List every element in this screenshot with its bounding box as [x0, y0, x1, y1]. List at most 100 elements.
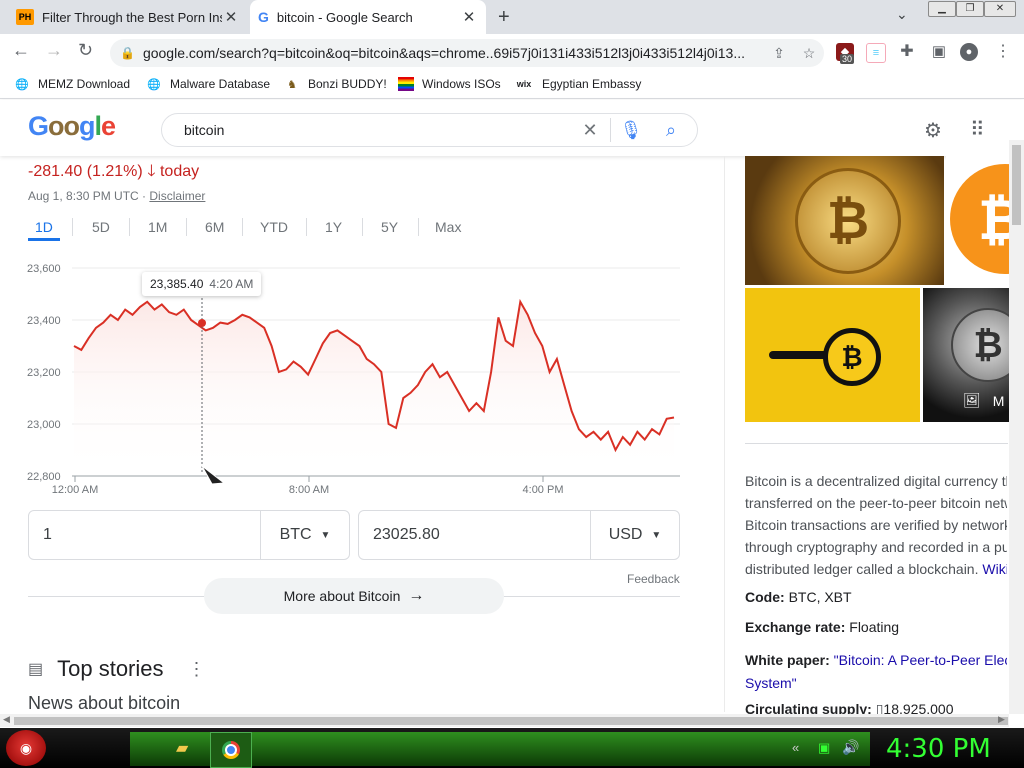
range-tab-max[interactable]: Max — [435, 219, 461, 235]
converter-to: 23025.80 USD ▼ — [358, 510, 680, 560]
vertical-scroll-thumb[interactable] — [1012, 145, 1021, 225]
bookmark-windows-isos[interactable]: Windows ISOs — [398, 74, 501, 94]
more-about-bitcoin-button[interactable]: More about Bitcoin → — [204, 578, 504, 614]
bookmark-memz[interactable]: 🌐 MEMZ Download — [14, 74, 130, 94]
timestamp-text: Aug 1, 8:30 PM UTC · — [28, 189, 150, 203]
close-window-button[interactable]: ✕ — [984, 1, 1016, 17]
url-text[interactable]: google.com/search?q=bitcoin&oq=bitcoin&a… — [143, 45, 764, 61]
fact-code: Code: BTC, XBT — [745, 589, 852, 605]
trans-flag-extension-icon[interactable]: ≡ — [866, 43, 886, 63]
globe-icon: 🌐 — [147, 78, 161, 91]
x-tick-label: 12:00 AM — [52, 484, 98, 496]
from-amount-input[interactable]: 1 — [29, 526, 260, 544]
reload-icon[interactable]: ↻ — [78, 40, 93, 61]
tray-chevron-icon[interactable]: « — [792, 740, 799, 755]
fact-exchange-rate: Exchange rate: Floating — [745, 619, 900, 635]
y-tick-label: 22,800 — [27, 471, 61, 483]
side-panel-icon[interactable]: ▣ — [930, 43, 948, 61]
to-amount-input[interactable]: 23025.80 — [359, 526, 590, 544]
price-chart[interactable]: 23,600 23,400 23,200 23,000 22,80012:00 AM 8:… — [22, 258, 686, 498]
share-icon[interactable]: ⇪ — [764, 45, 794, 62]
y-tick-label: 23,200 — [27, 367, 61, 379]
bonzi-icon: ♞ — [287, 78, 297, 91]
magnifier-icon: ₿ — [823, 328, 881, 386]
to-currency-select[interactable]: USD ▼ — [590, 511, 679, 559]
bitcoin-logo-icon: ₿ — [951, 308, 1009, 382]
from-currency-select[interactable]: BTC ▼ — [260, 511, 349, 559]
scroll-left-arrow-icon[interactable]: ◀ — [3, 714, 10, 725]
knowledge-description: Bitcoin is a decentralized digital curre… — [745, 473, 1007, 577]
close-tab-icon[interactable]: ✕ — [460, 8, 478, 26]
x-tick-label: 4:00 PM — [523, 484, 564, 496]
disclaimer-link[interactable]: Disclaimer — [149, 189, 205, 203]
bitcoin-logo-icon: ₿ — [795, 168, 901, 274]
range-tab-6m[interactable]: 6M — [205, 219, 224, 235]
bookmark-bonzi[interactable]: ♞ Bonzi BUDDY! — [284, 74, 387, 94]
tray-network-icon[interactable]: ▣ — [818, 740, 830, 756]
bookmark-label: Egyptian Embassy — [542, 77, 642, 91]
horizontal-scroll-thumb[interactable] — [14, 717, 1008, 725]
back-icon[interactable]: ← — [12, 40, 30, 61]
file-explorer-icon[interactable]: ▰ — [176, 738, 188, 758]
settings-gear-icon[interactable]: ⚙ — [924, 118, 942, 143]
profile-avatar-icon[interactable]: ● — [960, 43, 978, 61]
search-input[interactable] — [182, 121, 570, 139]
range-tab-5y[interactable]: 5Y — [381, 219, 398, 235]
wix-icon: wix — [516, 79, 532, 89]
price-change-period: today — [159, 163, 200, 180]
bookmark-label: Windows ISOs — [422, 77, 501, 91]
bookmark-malware-db[interactable]: 🌐 Malware Database — [146, 74, 270, 94]
wikipedia-link[interactable]: Wiki — [982, 561, 1007, 577]
tab-search-icon[interactable]: ⌄ — [896, 6, 908, 23]
more-images-badge[interactable]: 🖼 M — [963, 392, 1004, 409]
range-tab-ytd[interactable]: YTD — [260, 219, 288, 235]
search-icon[interactable]: ⌕ — [651, 120, 691, 141]
extensions-puzzle-icon[interactable]: ✚ — [898, 43, 916, 61]
forward-icon[interactable]: → — [45, 40, 63, 61]
bookmark-label: Bonzi BUDDY! — [308, 77, 387, 91]
close-tab-icon[interactable]: ✕ — [222, 8, 240, 26]
tray-volume-icon[interactable]: 🔊 — [842, 739, 859, 756]
google-logo[interactable]: Google — [28, 111, 116, 142]
voice-search-icon[interactable]: 🎙 — [611, 120, 651, 141]
new-tab-button[interactable]: + — [498, 6, 510, 29]
angry-bird-start-icon[interactable]: ◉ — [6, 730, 46, 766]
tab-title: Filter Through the Best Porn Insid — [42, 9, 222, 25]
bookmark-egyptian-embassy[interactable]: wix Egyptian Embassy — [514, 74, 642, 94]
range-tab-1y[interactable]: 1Y — [325, 219, 342, 235]
white-paper-link-cont[interactable]: System" — [745, 675, 797, 691]
tab-inactive[interactable]: PH Filter Through the Best Porn Insid ✕ — [8, 0, 248, 34]
range-tab-5d[interactable]: 5D — [92, 219, 110, 235]
search-box[interactable]: ✕ 🎙 ⌕ — [161, 113, 698, 147]
more-options-icon[interactable]: ⋮ — [188, 659, 206, 680]
bookmark-label: MEMZ Download — [38, 77, 131, 91]
maximize-button[interactable]: ❐ — [956, 1, 984, 17]
bitcoin-coin-image[interactable]: ₿ — [745, 156, 944, 285]
bookmark-star-icon[interactable]: ☆ — [794, 45, 824, 62]
taskbar-clock[interactable]: 4:30 PM — [886, 734, 991, 764]
address-bar[interactable]: 🔒 google.com/search?q=bitcoin&oq=bitcoin… — [110, 39, 824, 67]
price-change: -281.40 (1.21%) 🡓 today — [28, 160, 199, 187]
fact-circulating-supply: Circulating supply: ▯18,925,000 — [745, 701, 954, 714]
clear-search-icon[interactable]: ✕ — [570, 120, 610, 141]
bitcoin-orange-image[interactable]: ₿ — [946, 156, 1009, 285]
range-selected-indicator — [28, 238, 60, 241]
range-tab-1m[interactable]: 1M — [148, 219, 167, 235]
vertical-scrollbar[interactable] — [1009, 140, 1024, 714]
menu-kebab-icon[interactable]: ⋮ — [994, 43, 1012, 61]
chrome-taskbar-button[interactable] — [210, 732, 252, 768]
white-paper-link[interactable]: "Bitcoin: A Peer-to-Peer Elect — [834, 652, 1007, 668]
feedback-link[interactable]: Feedback — [627, 572, 680, 586]
globe-icon: 🌐 — [15, 78, 29, 91]
magnifier-bitcoin-image[interactable]: ₿ — [745, 288, 920, 422]
chart-tooltip: 23,385.40 4:20 AM — [142, 272, 262, 296]
y-tick-label: 23,600 — [27, 263, 61, 275]
silver-bitcoin-image[interactable]: ₿ 🖼 M — [923, 288, 1009, 422]
minimize-button[interactable]: ▁ — [928, 1, 956, 17]
apps-grid-icon[interactable]: ⠿ — [970, 117, 985, 142]
tab-active[interactable]: G bitcoin - Google Search ✕ — [250, 0, 486, 34]
arrow-right-icon: → — [408, 587, 425, 604]
range-tab-1d[interactable]: 1D — [35, 219, 53, 235]
top-stories-title: Top stories — [57, 656, 164, 681]
scroll-right-arrow-icon[interactable]: ▶ — [998, 714, 1005, 725]
